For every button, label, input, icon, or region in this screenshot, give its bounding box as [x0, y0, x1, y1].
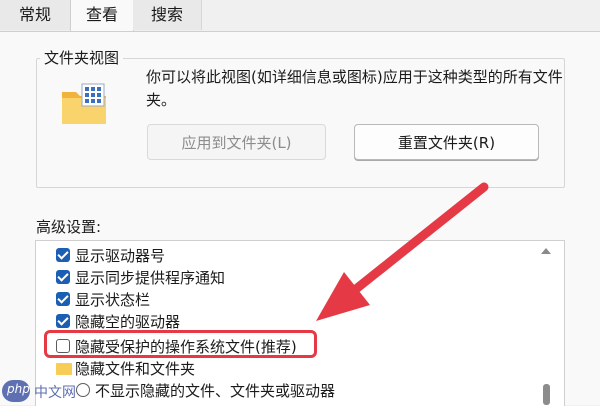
- scroll-up-icon[interactable]: [541, 248, 551, 254]
- list-item-label: 显示状态栏: [75, 291, 151, 309]
- scrollbar-thumb[interactable]: [543, 384, 550, 405]
- watermark-logo: php: [7, 382, 30, 396]
- reset-folders-button[interactable]: 重置文件夹(R): [354, 124, 539, 160]
- tab-search[interactable]: 搜索: [133, 0, 202, 30]
- checkbox-checked[interactable]: [56, 314, 70, 328]
- tab-view[interactable]: 查看: [70, 0, 134, 32]
- highlight-box: [44, 330, 317, 358]
- folder-views-title: 文件夹视图: [40, 47, 124, 68]
- watermark-text: 中文网: [34, 385, 76, 401]
- list-item-label: 不显示隐藏的文件、文件夹或驱动器: [95, 382, 336, 400]
- apply-to-folders-button[interactable]: 应用到文件夹(L): [147, 124, 326, 160]
- advanced-settings-label: 高级设置:: [36, 218, 102, 236]
- list-item-label: 显示驱动器号: [75, 247, 166, 265]
- list-item-label: 隐藏文件和文件夹: [75, 360, 196, 378]
- advanced-settings-list[interactable]: 显示驱动器号 显示同步提供程序通知 显示状态栏 隐藏空的驱动器 隐藏受保护的操作…: [35, 240, 565, 406]
- folder-icon: [56, 363, 72, 375]
- checkbox-checked[interactable]: [56, 292, 70, 306]
- checkbox-checked[interactable]: [56, 270, 70, 284]
- tab-bar: 常规 查看 搜索: [0, 0, 600, 32]
- folder-view-icon: [62, 83, 106, 124]
- folder-views-description: 你可以将此视图(如详细信息或图标)应用于这种类型的所有文件夹。: [146, 68, 563, 109]
- list-item-label: 显示同步提供程序通知: [75, 269, 226, 287]
- radio-button[interactable]: [76, 383, 90, 397]
- checkbox-checked[interactable]: [56, 248, 70, 262]
- tab-general[interactable]: 常规: [0, 0, 70, 30]
